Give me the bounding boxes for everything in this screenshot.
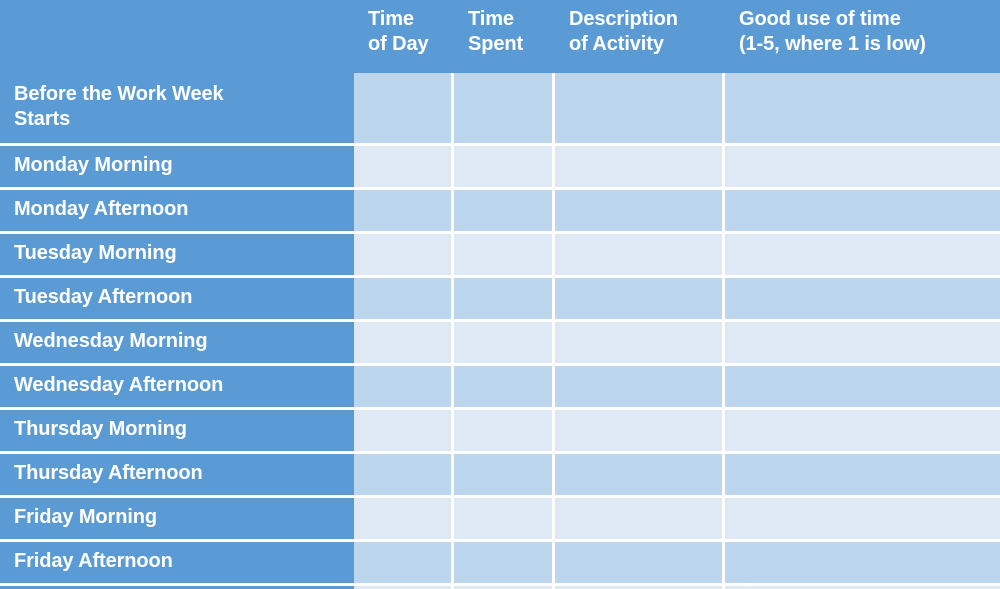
cell-rating[interactable] <box>725 322 1000 366</box>
row-label: Thursday Morning <box>0 410 354 454</box>
cell-rating[interactable] <box>725 366 1000 410</box>
row-label: Monday Morning <box>0 146 354 190</box>
header-time-spent: Time Spent <box>454 0 555 73</box>
cell-rating[interactable] <box>725 454 1000 498</box>
cell-description[interactable] <box>555 542 725 586</box>
cell-description[interactable] <box>555 146 725 190</box>
cell-time-of-day[interactable] <box>354 454 454 498</box>
cell-description[interactable] <box>555 73 725 146</box>
cell-time-of-day[interactable] <box>354 366 454 410</box>
cell-description[interactable] <box>555 366 725 410</box>
cell-rating[interactable] <box>725 234 1000 278</box>
row-label: Wednesday Afternoon <box>0 366 354 410</box>
cell-rating[interactable] <box>725 146 1000 190</box>
cell-rating[interactable] <box>725 498 1000 542</box>
table-row: Monday Afternoon <box>0 190 1000 234</box>
cell-time-of-day[interactable] <box>354 234 454 278</box>
cell-time-spent[interactable] <box>454 366 555 410</box>
cell-rating[interactable] <box>725 190 1000 234</box>
cell-time-of-day[interactable] <box>354 190 454 234</box>
table-row: Tuesday Afternoon <box>0 278 1000 322</box>
cell-rating[interactable] <box>725 278 1000 322</box>
cell-time-of-day[interactable] <box>354 498 454 542</box>
row-label: Thursday Afternoon <box>0 454 354 498</box>
cell-description[interactable] <box>555 498 725 542</box>
cell-time-spent[interactable] <box>454 410 555 454</box>
table-row: Friday Morning <box>0 498 1000 542</box>
cell-description[interactable] <box>555 278 725 322</box>
cell-description[interactable] <box>555 410 725 454</box>
table-header-row: Time of Day Time Spent Description of Ac… <box>0 0 1000 73</box>
time-log-table: Time of Day Time Spent Description of Ac… <box>0 0 1000 589</box>
table-row: Before the Work Week Starts <box>0 73 1000 146</box>
cell-rating[interactable] <box>725 542 1000 586</box>
cell-time-spent[interactable] <box>454 278 555 322</box>
table-row: Tuesday Morning <box>0 234 1000 278</box>
table-row: Friday Afternoon <box>0 542 1000 586</box>
row-label: Friday Morning <box>0 498 354 542</box>
cell-time-of-day[interactable] <box>354 146 454 190</box>
cell-description[interactable] <box>555 322 725 366</box>
header-corner-cell <box>0 0 354 73</box>
table-row: Wednesday Afternoon <box>0 366 1000 410</box>
cell-time-of-day[interactable] <box>354 410 454 454</box>
cell-time-spent[interactable] <box>454 146 555 190</box>
row-label: Tuesday Morning <box>0 234 354 278</box>
cell-description[interactable] <box>555 190 725 234</box>
cell-time-spent[interactable] <box>454 542 555 586</box>
row-label: Before the Work Week Starts <box>0 73 354 146</box>
cell-description[interactable] <box>555 234 725 278</box>
cell-time-of-day[interactable] <box>354 542 454 586</box>
cell-rating[interactable] <box>725 73 1000 146</box>
row-label: Tuesday Afternoon <box>0 278 354 322</box>
header-good-use-of-time: Good use of time (1-5, where 1 is low) <box>725 0 1000 73</box>
cell-rating[interactable] <box>725 410 1000 454</box>
row-label: Monday Afternoon <box>0 190 354 234</box>
cell-description[interactable] <box>555 454 725 498</box>
cell-time-spent[interactable] <box>454 498 555 542</box>
table-row: Thursday Afternoon <box>0 454 1000 498</box>
cell-time-of-day[interactable] <box>354 278 454 322</box>
cell-time-spent[interactable] <box>454 73 555 146</box>
cell-time-of-day[interactable] <box>354 73 454 146</box>
table-row: Monday Morning <box>0 146 1000 190</box>
table-body: Before the Work Week Starts Monday Mornin… <box>0 73 1000 589</box>
header-description-of-activity: Description of Activity <box>555 0 725 73</box>
cell-time-spent[interactable] <box>454 234 555 278</box>
cell-time-spent[interactable] <box>454 454 555 498</box>
header-time-of-day: Time of Day <box>354 0 454 73</box>
row-label: Wednesday Morning <box>0 322 354 366</box>
cell-time-spent[interactable] <box>454 322 555 366</box>
cell-time-spent[interactable] <box>454 190 555 234</box>
cell-time-of-day[interactable] <box>354 322 454 366</box>
table-row: Wednesday Morning <box>0 322 1000 366</box>
table-row: Thursday Morning <box>0 410 1000 454</box>
row-label: Friday Afternoon <box>0 542 354 586</box>
